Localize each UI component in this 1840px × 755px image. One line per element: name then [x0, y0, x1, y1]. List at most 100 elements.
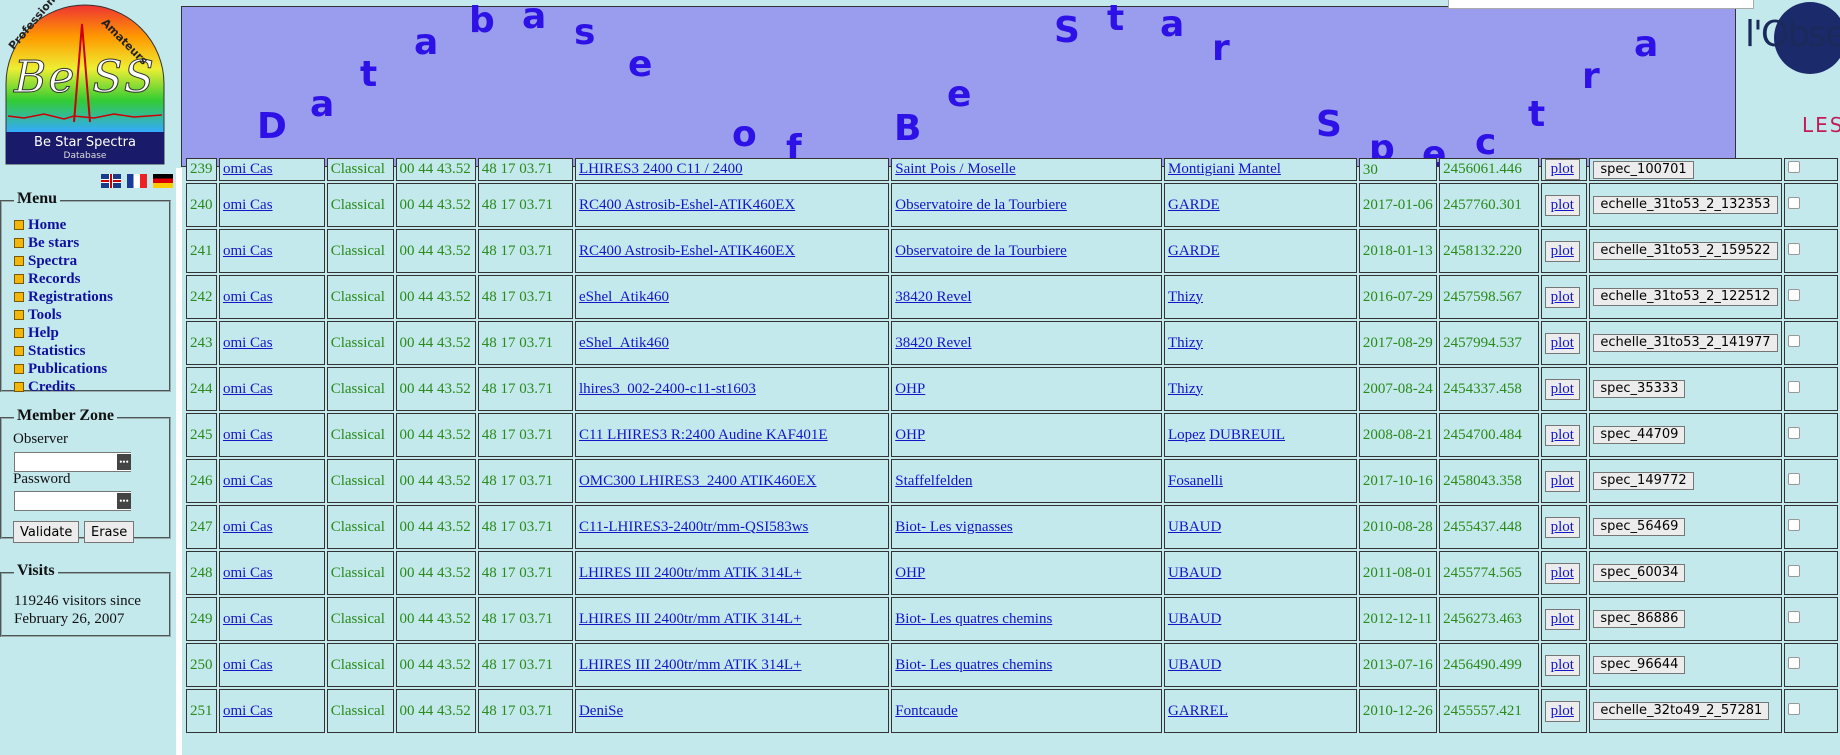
plot-button[interactable]: plot: [1544, 378, 1580, 400]
bess-logo[interactable]: Be SS Professionals Amateurs Be Star Spe…: [4, 0, 166, 166]
select-checkbox[interactable]: [1787, 656, 1800, 669]
star-link[interactable]: omi Cas: [223, 519, 273, 535]
french-flag-icon[interactable]: [127, 174, 147, 188]
star-link[interactable]: omi Cas: [223, 703, 273, 719]
observer-link[interactable]: Montigiani: [1168, 161, 1235, 177]
star-link[interactable]: omi Cas: [223, 473, 273, 489]
plot-button[interactable]: plot: [1544, 516, 1580, 538]
menu-link-home[interactable]: Home: [28, 217, 66, 233]
observer-link[interactable]: DUBREUIL: [1209, 427, 1285, 443]
spec-button[interactable]: spec_35333: [1593, 380, 1686, 398]
spec-button[interactable]: spec_100701: [1593, 160, 1694, 179]
observer-link[interactable]: UBAUD: [1168, 611, 1221, 627]
select-checkbox[interactable]: [1787, 472, 1800, 485]
plot-button[interactable]: plot: [1544, 332, 1580, 354]
menu-item-spectra[interactable]: Spectra: [14, 252, 113, 270]
site-link[interactable]: OHP: [895, 427, 925, 443]
select-checkbox[interactable]: [1787, 426, 1800, 439]
menu-item-tools[interactable]: Tools: [14, 306, 113, 324]
star-link[interactable]: omi Cas: [223, 197, 273, 213]
key-icon[interactable]: •••: [117, 493, 131, 509]
key-icon[interactable]: •••: [117, 454, 131, 470]
spec-button[interactable]: echelle_31to53_2_132353: [1593, 196, 1778, 214]
star-link[interactable]: omi Cas: [223, 657, 273, 673]
plot-button[interactable]: plot: [1544, 194, 1580, 216]
menu-item-statistics[interactable]: Statistics: [14, 342, 113, 360]
plot-button[interactable]: plot: [1544, 286, 1580, 308]
star-link[interactable]: omi Cas: [223, 381, 273, 397]
instrument-link[interactable]: RC400 Astrosib-Eshel-ATIK460EX: [579, 243, 795, 259]
instrument-link[interactable]: LHIRES III 2400tr/mm ATIK 314L+: [579, 565, 802, 581]
observer-link[interactable]: Lopez: [1168, 427, 1205, 443]
english-flag-icon[interactable]: [101, 174, 121, 188]
menu-link-spectra[interactable]: Spectra: [28, 253, 77, 269]
plot-button[interactable]: plot: [1544, 240, 1580, 262]
observer-link[interactable]: Thizy: [1168, 381, 1203, 397]
menu-link-statistics[interactable]: Statistics: [28, 343, 86, 359]
star-link[interactable]: omi Cas: [223, 335, 273, 351]
observer-link[interactable]: GARDE: [1168, 197, 1220, 213]
select-checkbox[interactable]: [1787, 334, 1800, 347]
star-link[interactable]: omi Cas: [223, 565, 273, 581]
menu-item-credits[interactable]: Credits: [14, 378, 113, 396]
observer-link[interactable]: Thizy: [1168, 289, 1203, 305]
menu-item-records[interactable]: Records: [14, 270, 113, 288]
spec-button[interactable]: echelle_32to49_2_57281: [1593, 702, 1770, 720]
instrument-link[interactable]: LHIRES3 2400 C11 / 2400: [579, 161, 743, 177]
site-link[interactable]: Biot- Les quatres chemins: [895, 611, 1052, 627]
spectra-table-container[interactable]: 239 omi Cas Classical 00 44 43.52 48 17 …: [184, 156, 1840, 755]
menu-link-records[interactable]: Records: [28, 271, 81, 287]
site-link[interactable]: OHP: [895, 565, 925, 581]
site-link[interactable]: Saint Pois / Moselle: [895, 161, 1015, 177]
select-checkbox[interactable]: [1787, 610, 1800, 623]
star-link[interactable]: omi Cas: [223, 243, 273, 259]
site-link[interactable]: 38420 Revel: [895, 289, 971, 305]
menu-link-publications[interactable]: Publications: [28, 361, 107, 377]
spec-button[interactable]: spec_96644: [1593, 656, 1686, 674]
site-link[interactable]: Biot- Les vignasses: [895, 519, 1013, 535]
site-link[interactable]: OHP: [895, 381, 925, 397]
spec-button[interactable]: spec_149772: [1593, 472, 1694, 490]
observer-link[interactable]: UBAUD: [1168, 565, 1221, 581]
site-link[interactable]: Biot- Les quatres chemins: [895, 657, 1052, 673]
star-link[interactable]: omi Cas: [223, 289, 273, 305]
plot-button[interactable]: plot: [1544, 608, 1580, 630]
observer-link[interactable]: GARREL: [1168, 703, 1228, 719]
menu-item-help[interactable]: Help: [14, 324, 113, 342]
observer-input[interactable]: •••: [14, 452, 131, 472]
instrument-link[interactable]: OMC300 LHIRES3_2400 ATIK460EX: [579, 473, 817, 489]
plot-button[interactable]: plot: [1544, 470, 1580, 492]
select-checkbox[interactable]: [1787, 702, 1800, 715]
instrument-link[interactable]: LHIRES III 2400tr/mm ATIK 314L+: [579, 657, 802, 673]
site-link[interactable]: Fontcaude: [895, 703, 957, 719]
observer-link[interactable]: UBAUD: [1168, 657, 1221, 673]
menu-item-be-stars[interactable]: Be stars: [14, 234, 113, 252]
spec-button[interactable]: spec_44709: [1593, 426, 1686, 444]
instrument-link[interactable]: eShel_Atik460: [579, 289, 669, 305]
erase-button[interactable]: Erase: [84, 521, 135, 543]
observer-link[interactable]: GARDE: [1168, 243, 1220, 259]
plot-button[interactable]: plot: [1544, 159, 1580, 180]
spec-button[interactable]: spec_60034: [1593, 564, 1686, 582]
spec-button[interactable]: spec_86886: [1593, 610, 1686, 628]
instrument-link[interactable]: LHIRES III 2400tr/mm ATIK 314L+: [579, 611, 802, 627]
instrument-link[interactable]: DeniSe: [579, 703, 623, 719]
observer-link[interactable]: UBAUD: [1168, 519, 1221, 535]
menu-link-credits[interactable]: Credits: [28, 379, 75, 395]
german-flag-icon[interactable]: [153, 174, 173, 188]
site-link[interactable]: Observatoire de la Tourbiere: [895, 197, 1067, 213]
menu-item-publications[interactable]: Publications: [14, 360, 113, 378]
select-checkbox[interactable]: [1787, 288, 1800, 301]
top-input-box[interactable]: [1448, 0, 1754, 9]
instrument-link[interactable]: eShel_Atik460: [579, 335, 669, 351]
select-checkbox[interactable]: [1787, 242, 1800, 255]
menu-item-home[interactable]: Home: [14, 216, 113, 234]
observer-link[interactable]: Mantel: [1238, 161, 1281, 177]
plot-button[interactable]: plot: [1544, 700, 1580, 722]
instrument-link[interactable]: RC400 Astrosib-Eshel-ATIK460EX: [579, 197, 795, 213]
site-link[interactable]: 38420 Revel: [895, 335, 971, 351]
spec-button[interactable]: echelle_31to53_2_159522: [1593, 242, 1778, 260]
star-link[interactable]: omi Cas: [223, 427, 273, 443]
menu-item-registrations[interactable]: Registrations: [14, 288, 113, 306]
spec-button[interactable]: echelle_31to53_2_141977: [1593, 334, 1778, 352]
